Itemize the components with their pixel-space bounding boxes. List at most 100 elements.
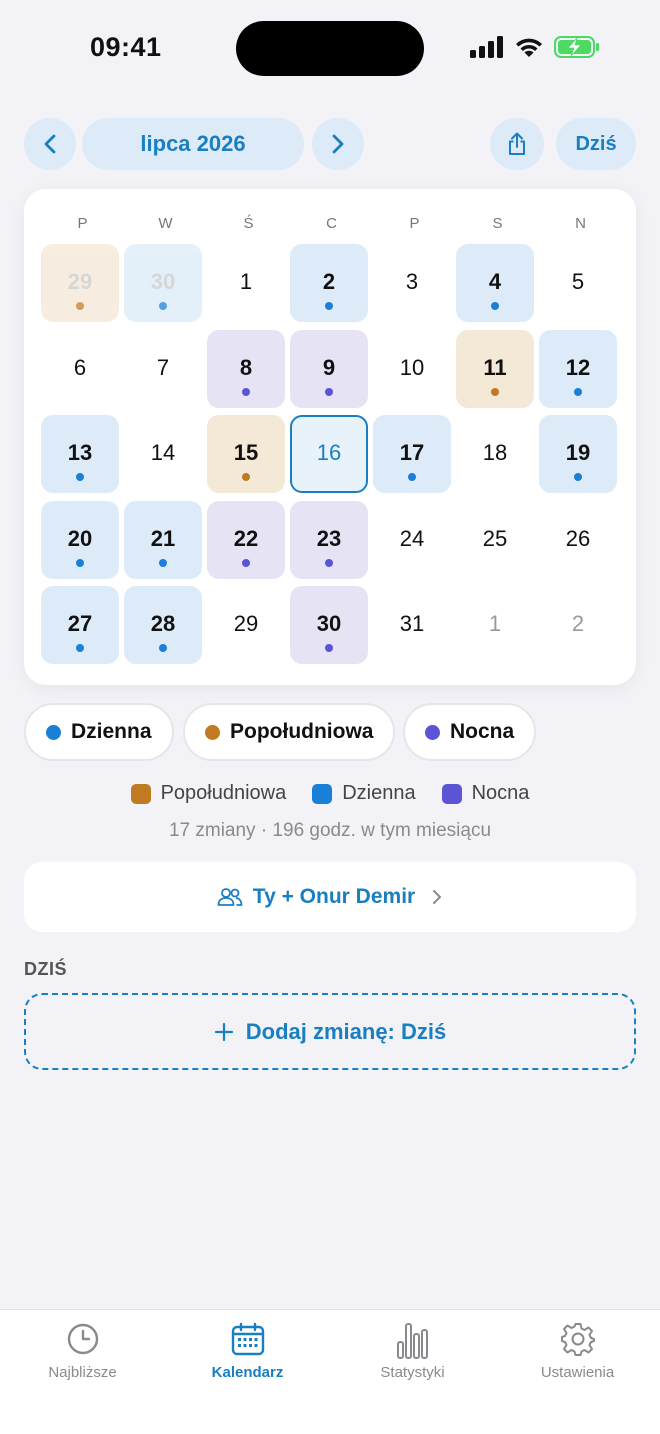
day-number: 23 <box>316 525 342 551</box>
chip-popoludniowa[interactable]: Popołudniowa <box>183 703 396 761</box>
weekday-header: P W Ś C P S N <box>41 215 622 232</box>
day-cell[interactable]: 5 <box>539 244 617 322</box>
day-number: 19 <box>565 440 591 465</box>
day-cell[interactable]: 18 <box>456 415 534 493</box>
day-cell[interactable]: 7 <box>124 330 202 408</box>
tab-label: Statystyki <box>380 1364 445 1381</box>
day-cell[interactable]: 6 <box>41 330 119 408</box>
share-button[interactable] <box>490 118 544 170</box>
tab-label: Najbliższe <box>48 1364 117 1381</box>
day-cell[interactable]: 20 <box>41 500 119 579</box>
day-cell[interactable]: 12 <box>539 329 617 408</box>
day-number: 29 <box>67 269 93 294</box>
legend-item: Nocna <box>441 782 529 805</box>
day-cell[interactable]: 4 <box>456 244 534 322</box>
day-cell[interactable]: 15 <box>207 415 285 493</box>
day-cell[interactable]: 8 <box>207 329 285 408</box>
chip-label: Dzienna <box>71 720 152 743</box>
day-cell[interactable]: 29 <box>41 244 119 322</box>
day-cell[interactable]: 26 <box>539 501 617 579</box>
legend-label: Popołudniowa <box>160 782 287 804</box>
dynamic-island <box>236 21 424 76</box>
shift-dot <box>242 473 250 481</box>
day-number: 8 <box>239 354 253 380</box>
day-number: 17 <box>399 440 425 465</box>
bar-chart-icon <box>396 1323 428 1359</box>
weekday-label: N <box>575 215 586 232</box>
day-number: 18 <box>482 440 508 465</box>
popoludniowa-dot <box>205 724 220 740</box>
day-cell[interactable]: 2 <box>290 244 368 322</box>
partner-label: Ty + Onur Demir <box>252 885 416 908</box>
day-number: 3 <box>405 269 419 294</box>
day-cell[interactable]: 25 <box>456 501 534 579</box>
day-cell[interactable]: 13 <box>41 415 119 493</box>
day-cell[interactable]: 24 <box>373 501 451 579</box>
day-number: 24 <box>399 525 425 551</box>
day-cell[interactable]: 9 <box>290 329 368 408</box>
shift-legend: Popołudniowa Dzienna Nocna <box>0 782 660 805</box>
day-cell[interactable]: 11 <box>456 329 534 408</box>
next-month-button[interactable] <box>312 118 364 170</box>
add-shift-label: Dodaj zmianę: Dziś <box>245 1018 447 1044</box>
tab-bar: Najbliższe Kalendarz Statystyki Ustawien… <box>0 1309 660 1434</box>
status-time: 09:41 <box>90 32 162 62</box>
shift-dot <box>574 387 582 396</box>
day-number: 29 <box>233 611 259 636</box>
legend-swatch <box>441 783 462 804</box>
tab-najblizsze[interactable]: Najbliższe <box>0 1322 165 1381</box>
day-cell[interactable]: 1 <box>456 586 534 664</box>
day-cell[interactable]: 29 <box>207 586 285 664</box>
day-cell[interactable]: 1 <box>207 244 285 322</box>
day-cell[interactable]: 2 <box>539 586 617 664</box>
shift-dot <box>159 644 167 652</box>
tab-ustawienia[interactable]: Ustawienia <box>495 1322 660 1381</box>
day-cell[interactable]: 3 <box>373 244 451 322</box>
gear-icon <box>560 1323 595 1356</box>
prev-month-button[interactable] <box>24 118 76 170</box>
shift-dot <box>491 302 499 310</box>
shift-dot <box>76 644 84 652</box>
day-number: 13 <box>67 440 93 465</box>
day-cell[interactable]: 10 <box>373 330 451 408</box>
day-cell[interactable]: 23 <box>290 500 368 579</box>
shift-dot <box>76 302 84 310</box>
day-cell[interactable]: 31 <box>373 586 451 664</box>
day-cell[interactable]: 30 <box>290 586 368 664</box>
today-button[interactable]: Dziś <box>556 118 636 170</box>
day-cell[interactable]: 30 <box>124 244 202 322</box>
weekday-label: Ś <box>243 215 254 232</box>
legend-label: Dzienna <box>342 782 416 804</box>
day-cell[interactable]: 21 <box>124 500 202 579</box>
shift-dot <box>159 558 167 567</box>
day-cell[interactable]: 22 <box>207 500 285 579</box>
shift-dot <box>574 473 582 481</box>
month-picker-button[interactable]: lipca 2026 <box>82 118 304 170</box>
day-cell[interactable]: 17 <box>373 415 451 493</box>
day-number: 1 <box>239 269 253 294</box>
tab-label: Ustawienia <box>540 1364 615 1381</box>
nocna-dot <box>425 724 440 740</box>
shift-dot <box>325 387 333 396</box>
plus-icon <box>214 1022 233 1041</box>
add-shift-button[interactable]: Dodaj zmianę: Dziś <box>24 993 636 1070</box>
partner-button[interactable]: Ty + Onur Demir <box>24 862 636 932</box>
chip-nocna[interactable]: Nocna <box>403 703 537 761</box>
day-cell[interactable]: 27 <box>41 586 119 664</box>
day-number: 21 <box>150 525 176 551</box>
shift-dot <box>408 473 416 481</box>
chip-dzienna[interactable]: Dzienna <box>24 703 174 761</box>
tab-statystyki[interactable]: Statystyki <box>330 1322 495 1381</box>
legend-swatch <box>130 783 151 804</box>
shift-dot <box>325 644 333 652</box>
tab-kalendarz[interactable]: Kalendarz <box>165 1322 330 1381</box>
day-number: 16 <box>316 440 342 465</box>
day-cell[interactable]: 19 <box>539 415 617 493</box>
day-cell[interactable]: 14 <box>124 415 202 493</box>
day-number: 22 <box>233 525 259 551</box>
day-cell-today[interactable]: 16 <box>290 415 368 493</box>
day-number: 15 <box>233 440 259 465</box>
day-number: 2 <box>322 269 336 294</box>
day-cell[interactable]: 28 <box>124 586 202 664</box>
battery-charging-icon <box>554 36 599 58</box>
